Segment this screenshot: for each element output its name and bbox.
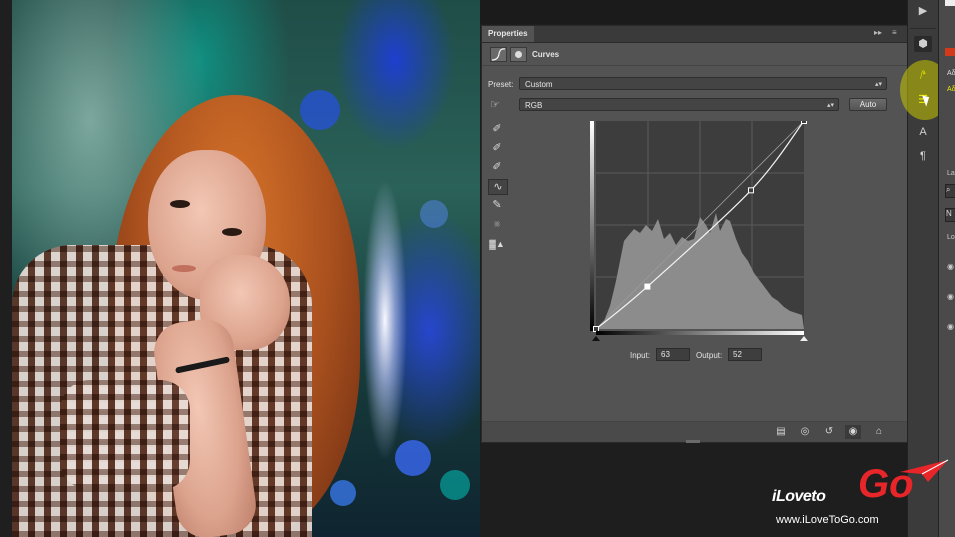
adjustments-label: Aδ [947, 70, 955, 77]
preset-label: Preset: [488, 80, 514, 89]
3d-cube-icon[interactable]: ⬢ [914, 36, 932, 52]
output-gradient-bar [590, 121, 594, 331]
channel-value: RGB [525, 101, 543, 110]
clip-to-layer-icon[interactable]: ▤ [773, 425, 789, 439]
bokeh-light [330, 480, 356, 506]
clipping-warning-icon[interactable]: ▓▲ [488, 237, 506, 251]
white-swatch [945, 0, 955, 6]
black-point-slider[interactable] [592, 336, 600, 341]
trash-icon[interactable]: ⌂ [871, 425, 887, 439]
reset-icon[interactable]: ↺ [821, 425, 837, 439]
bokeh-light [300, 90, 340, 130]
collapsed-panels-strip: Aδ Aδ La ⌕ N Lo ◉ ◉ ◉ [938, 0, 955, 537]
pencil-tool-icon[interactable]: ✎ [488, 198, 506, 212]
panel-dock-strip: ▶ ⬢ ⭚ ☰ A ¶ [900, 0, 950, 537]
properties-panel: Properties ▸▸ ≡ Curves Preset: Custom ▴▾… [481, 25, 909, 443]
panel-tab-bar: Properties ▸▸ ≡ [482, 26, 908, 43]
document-canvas-photo[interactable] [0, 0, 480, 537]
bokeh-light [395, 440, 431, 476]
input-field[interactable]: 63 [656, 348, 690, 361]
brand-suffix: Go [858, 462, 914, 506]
input-gradient-bar [596, 331, 804, 335]
eyedropper-gray-icon[interactable]: ✐ [488, 141, 506, 155]
adjustments-icon[interactable]: ⭚ [914, 68, 932, 84]
visibility-eye-icon[interactable]: ◉ [845, 425, 861, 439]
output-label: Output: [696, 351, 723, 360]
bokeh-light [420, 200, 448, 228]
view-previous-icon[interactable]: ◎ [797, 425, 813, 439]
watermark-url: www.iLoveToGo.com [776, 514, 879, 526]
blend-mode-label[interactable]: N [945, 208, 955, 222]
spinner-icon: ▴▾ [826, 102, 834, 109]
collapse-icon[interactable]: ▸▸ [874, 28, 882, 37]
output-field[interactable]: 52 [728, 348, 762, 361]
layer-visibility-icon[interactable]: ◉ [947, 292, 954, 301]
smooth-curve-icon[interactable]: ⨳ [488, 217, 506, 231]
preset-value: Custom [525, 80, 553, 89]
bokeh-light [440, 470, 470, 500]
paragraph-icon[interactable]: ¶ [914, 148, 932, 164]
watermark-logo: iLoveto Go www.iLoveToGo.com [772, 458, 952, 533]
layer-visibility-icon[interactable]: ◉ [947, 262, 954, 271]
layer-visibility-icon[interactable]: ◉ [947, 322, 954, 331]
canvas-left-edge [0, 0, 12, 537]
adjustments-label-highlight: Aδ [947, 86, 955, 93]
curve-control-point[interactable] [747, 187, 754, 194]
search-layers-icon[interactable]: ⌕ [945, 184, 955, 198]
curves-adjustment-icon[interactable] [490, 47, 507, 62]
brand-prefix: iLoveto [772, 488, 826, 505]
curve-control-point[interactable] [593, 326, 599, 332]
top-dark-bar [480, 0, 907, 24]
panel-header: Curves [482, 43, 908, 66]
curve-control-point[interactable] [644, 283, 651, 290]
white-point-slider[interactable] [800, 336, 808, 341]
lock-label: Lo [947, 234, 955, 241]
panel-resize-handle[interactable] [686, 440, 700, 443]
input-label: Input: [630, 351, 651, 360]
panel-title: Curves [532, 50, 560, 59]
eyedropper-white-icon[interactable]: ✐ [488, 160, 506, 174]
channel-select[interactable]: RGB ▴▾ [519, 98, 839, 111]
preset-select[interactable]: Custom ▴▾ [519, 77, 887, 90]
auto-button[interactable]: Auto [849, 98, 887, 111]
curve-control-point[interactable] [801, 121, 807, 124]
eyedropper-black-icon[interactable]: ✐ [488, 122, 506, 136]
red-swatch [945, 48, 955, 56]
panel-footer: ▤ ◎ ↺ ◉ ⌂ [482, 421, 908, 442]
layer-mask-icon[interactable] [510, 47, 527, 62]
dock-divider [910, 28, 936, 29]
spinner-icon: ▴▾ [874, 81, 882, 88]
character-icon[interactable]: A [914, 124, 932, 140]
curve-point-tool-icon[interactable]: ∿ [488, 179, 508, 195]
sleeve [60, 380, 190, 490]
curves-graph[interactable] [590, 121, 810, 341]
panel-menu-icon[interactable]: ≡ [892, 28, 897, 37]
play-icon[interactable]: ▶ [914, 3, 932, 19]
on-image-adjust-icon[interactable]: ☞ [490, 98, 506, 112]
eye [170, 200, 190, 208]
layers-tab-label[interactable]: La [947, 170, 955, 177]
eye [222, 228, 242, 236]
mouth [172, 265, 196, 272]
tab-properties[interactable]: Properties [482, 26, 534, 42]
